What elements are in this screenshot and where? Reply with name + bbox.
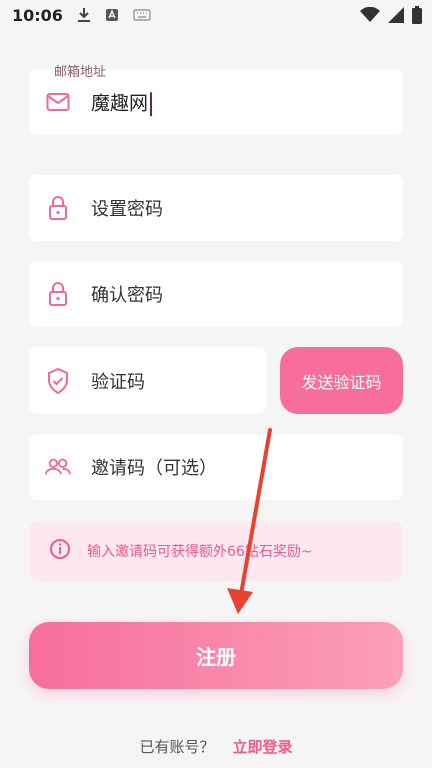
invite-code-input[interactable]: 邀请码（可选） — [91, 454, 217, 480]
confirm-password-input[interactable]: 确认密码 — [91, 281, 163, 307]
lock-icon — [45, 281, 71, 307]
text-caret — [150, 91, 153, 116]
lock-icon — [45, 195, 71, 221]
verification-code-field[interactable]: 验证码 — [29, 347, 266, 414]
battery-icon — [412, 6, 422, 28]
have-account-text: 已有账号？ — [139, 738, 215, 756]
status-time: 10:06 — [12, 5, 63, 25]
app-notification-icon — [105, 8, 119, 22]
invite-tip-text: 输入邀请码可获得额外66钻石奖励~ — [87, 544, 313, 560]
login-link[interactable]: 立即登录 — [233, 738, 293, 756]
register-button[interactable]: 注册 — [29, 622, 403, 689]
info-icon — [49, 538, 71, 564]
password-field[interactable]: 设置密码 — [29, 175, 403, 241]
invite-code-field[interactable]: 邀请码（可选） — [29, 434, 403, 500]
password-input[interactable]: 设置密码 — [91, 195, 163, 221]
keyboard-icon — [133, 9, 151, 21]
signal-icon — [388, 7, 404, 27]
confirm-password-field[interactable]: 确认密码 — [29, 261, 403, 327]
invite-tip-banner: 输入邀请码可获得额外66钻石奖励~ — [29, 521, 403, 581]
verification-code-input[interactable]: 验证码 — [91, 368, 145, 394]
login-prompt: 已有账号？ 立即登录 — [0, 736, 432, 757]
email-input[interactable]: 魔趣网 — [91, 88, 153, 116]
mail-icon — [45, 89, 71, 115]
status-bar: 10:06 — [0, 0, 432, 30]
shield-check-icon — [45, 367, 71, 394]
download-icon — [77, 7, 91, 23]
users-icon — [45, 454, 71, 480]
email-floating-label: 邮箱地址 — [54, 65, 107, 80]
send-code-button[interactable]: 发送验证码 — [280, 347, 403, 414]
wifi-icon — [360, 6, 380, 27]
